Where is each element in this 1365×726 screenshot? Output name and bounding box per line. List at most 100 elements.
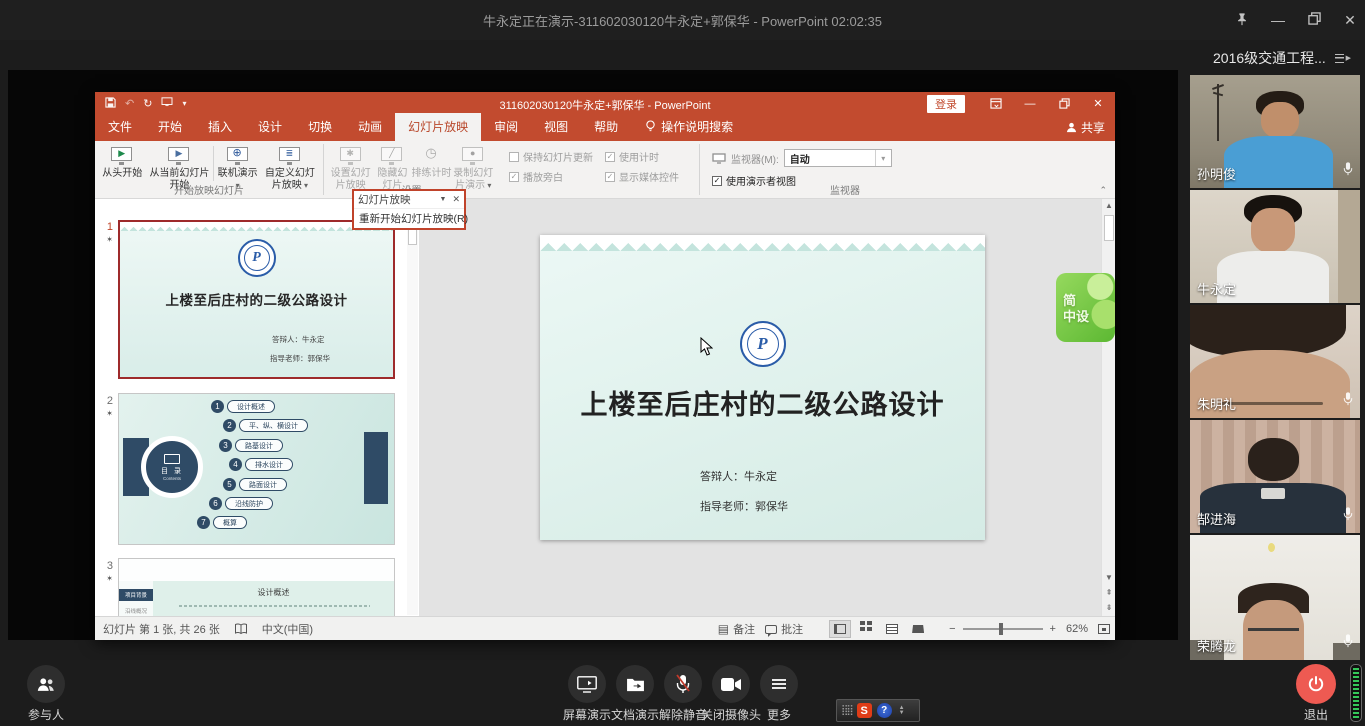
close-icon[interactable]: ✕ xyxy=(1341,12,1359,29)
participants-label: 参与人 xyxy=(19,706,73,723)
tab-file[interactable]: 文件 xyxy=(95,113,145,141)
tab-animations[interactable]: 动画 xyxy=(345,113,395,141)
ribbon-display-icon[interactable] xyxy=(979,92,1013,115)
restart-slideshow-menu-item[interactable]: 重新开始幻灯片放映(R) xyxy=(354,209,464,228)
present-online-button[interactable]: ⊕ 联机演示▾ xyxy=(214,143,261,184)
tab-review[interactable]: 审阅 xyxy=(481,113,531,141)
restore-icon[interactable] xyxy=(1305,12,1323,28)
zoom-slider[interactable] xyxy=(963,628,1043,630)
muted-mic-icon xyxy=(675,674,691,694)
tab-view[interactable]: 视图 xyxy=(531,113,581,141)
thumbnail-scrollbar[interactable]: ▲ xyxy=(407,200,418,615)
notes-button[interactable]: ▤备注 xyxy=(718,621,755,637)
slide-editor-area: P 上楼至后庄村的二级公路设计 答辩人：牛永定 指导老师：郭保华 xyxy=(420,199,1101,616)
zoom-level[interactable]: 62% xyxy=(1066,623,1088,635)
camera-off-button[interactable] xyxy=(712,665,750,703)
use-timings-checkbox[interactable]: 使用计时 xyxy=(605,149,679,164)
language-status[interactable]: 中文(中国) xyxy=(262,621,313,637)
ppt-minimize-icon[interactable]: — xyxy=(1013,92,1047,115)
sogou-icon[interactable]: S xyxy=(857,703,872,718)
from-current-slide-button[interactable]: ▶ 从当前幻灯片开始 xyxy=(146,143,214,184)
participant-tile[interactable]: 孙明俊 xyxy=(1190,75,1360,188)
participant-tile[interactable]: 朱明礼 xyxy=(1190,305,1360,418)
qat-customize-caret[interactable]: ▾ xyxy=(182,99,186,108)
audio-level-meter xyxy=(1350,664,1362,722)
show-media-controls-checkbox[interactable]: 显示媒体控件 xyxy=(605,169,679,184)
next-slide-icon[interactable]: ⇟ xyxy=(1102,603,1116,612)
rehearse-timings-button[interactable]: ◷ 排练计时 xyxy=(412,143,452,184)
slide-presenter: 答辩人：牛永定 xyxy=(700,468,777,484)
more-button[interactable] xyxy=(760,665,798,703)
notes-icon: ▤ xyxy=(718,622,729,636)
undo-icon[interactable]: ↶ xyxy=(125,97,134,110)
play-narrations-checkbox[interactable]: 播放旁白 xyxy=(509,169,593,184)
scroll-up-icon[interactable]: ▲ xyxy=(1102,201,1116,210)
tab-home[interactable]: 开始 xyxy=(145,113,195,141)
drag-handle-icon[interactable]: ⣿⣿ xyxy=(841,705,852,716)
powerpoint-window: ↶ ↻ ▾ 311602030120牛永定+郭保华 - PowerPoint 登… xyxy=(95,92,1115,640)
participants-button[interactable] xyxy=(27,665,65,703)
participant-tile[interactable]: 牛永定 xyxy=(1190,190,1360,303)
hide-slide-button[interactable]: ╱ 隐藏幻灯片 xyxy=(373,143,411,184)
doc-share-button[interactable] xyxy=(616,665,654,703)
screen-share-button[interactable] xyxy=(568,665,606,703)
unmute-button[interactable] xyxy=(664,665,702,703)
from-beginning-button[interactable]: ▶ 从头开始 xyxy=(99,143,146,184)
comments-button[interactable]: 批注 xyxy=(765,621,803,637)
slide-sorter-view-button[interactable] xyxy=(855,620,877,638)
zoom-out-icon[interactable]: − xyxy=(949,623,955,635)
tab-help[interactable]: 帮助 xyxy=(581,113,631,141)
reading-view-button[interactable] xyxy=(881,620,903,638)
slide-3-thumbnail[interactable]: 项目背景 沿线概况 设计概述 xyxy=(118,558,395,616)
quick-access-toolbar: ↶ ↻ ▾ xyxy=(95,97,186,111)
scroll-down-icon[interactable]: ▼ xyxy=(1102,573,1116,582)
monitor-dropdown[interactable]: 自动 ▾ xyxy=(784,149,892,167)
tab-design[interactable]: 设计 xyxy=(245,113,295,141)
save-icon[interactable] xyxy=(105,97,116,111)
ime-arrows-icon[interactable]: ▲▼ xyxy=(899,706,905,716)
keep-slides-updated-checkbox[interactable]: 保持幻灯片更新 xyxy=(509,149,593,164)
tab-slideshow[interactable]: 幻灯片放映 xyxy=(395,113,481,141)
tab-transitions[interactable]: 切换 xyxy=(295,113,345,141)
ime-toolbar[interactable]: ⣿⣿ S ? ▲▼ xyxy=(836,699,920,722)
previous-slide-icon[interactable]: ⇞ xyxy=(1102,588,1116,597)
camera-icon xyxy=(721,678,741,691)
participant-tile[interactable]: 荣腾龙 xyxy=(1190,535,1360,660)
tell-me-search[interactable]: 操作说明搜索 xyxy=(645,118,733,141)
setup-slideshow-button[interactable]: ✱ 设置幻灯片放映 xyxy=(328,143,373,184)
jianzhongshe-watermark: 简 中设 xyxy=(1056,273,1115,342)
slideshow-qat-icon[interactable] xyxy=(161,97,173,110)
close-icon[interactable]: ✕ xyxy=(452,194,460,205)
minimize-icon[interactable]: — xyxy=(1269,12,1287,28)
chevron-down-icon[interactable]: ▼ xyxy=(440,196,447,203)
zoom-in-icon[interactable]: + xyxy=(1050,623,1056,635)
login-button[interactable]: 登录 xyxy=(927,95,965,113)
exit-label: 退出 xyxy=(1292,706,1340,723)
main-slide-canvas[interactable]: P 上楼至后庄村的二级公路设计 答辩人：牛永定 指导老师：郭保华 xyxy=(540,235,985,540)
slideshow-view-button[interactable] xyxy=(907,620,929,638)
help-icon[interactable]: ? xyxy=(877,703,892,718)
slide-1-thumbnail[interactable]: P 上楼至后庄村的二级公路设计 答辩人：牛永定 指导老师：郭保华 xyxy=(118,220,395,379)
custom-slideshow-button[interactable]: ≣ 自定义幻灯片放映 ▾ xyxy=(261,143,319,184)
shared-screen: ↶ ↻ ▾ 311602030120牛永定+郭保华 - PowerPoint 登… xyxy=(8,70,1178,640)
record-slideshow-button[interactable]: ● 录制幻灯片演示 ▾ xyxy=(452,143,495,184)
tab-insert[interactable]: 插入 xyxy=(195,113,245,141)
fit-to-window-icon[interactable] xyxy=(1098,624,1110,634)
normal-view-button[interactable] xyxy=(829,620,851,638)
pin-icon[interactable] xyxy=(1233,12,1251,29)
collapse-ribbon-icon[interactable]: ⌃ xyxy=(1099,185,1107,196)
participant-tile[interactable]: 郜进海 xyxy=(1190,420,1360,533)
share-button[interactable]: 共享 xyxy=(1066,119,1105,136)
exit-button[interactable] xyxy=(1296,664,1336,704)
ppt-restore-icon[interactable] xyxy=(1047,92,1081,115)
sidebar-menu-icon[interactable]: ▶ xyxy=(1335,52,1351,64)
main-vertical-scrollbar[interactable]: ▲ ▼ ⇞ ⇟ xyxy=(1101,199,1115,616)
redo-icon[interactable]: ↻ xyxy=(143,97,152,110)
floating-toolbar-title: 幻灯片放映 xyxy=(358,192,411,207)
ppt-close-icon[interactable]: ✕ xyxy=(1081,92,1115,115)
proofing-icon[interactable] xyxy=(234,623,248,635)
slide-2-thumbnail[interactable]: 目 录 Contents 1设计概述 2平、纵、横设计 3路基设计 4排水设计 … xyxy=(118,393,395,545)
mic-icon xyxy=(1343,392,1353,411)
monitor-icon xyxy=(712,153,726,164)
school-logo: P xyxy=(740,321,786,367)
